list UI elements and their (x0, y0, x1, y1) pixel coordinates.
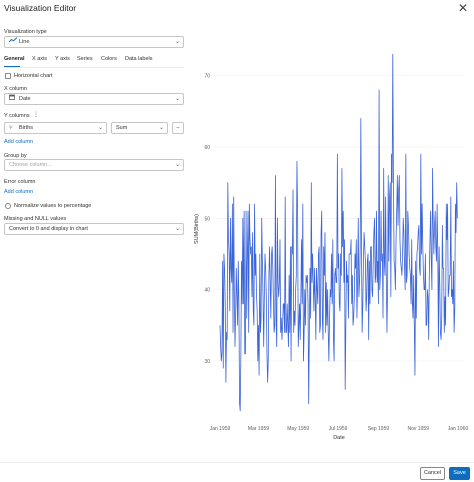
x-column-select[interactable]: Date ⌄ (4, 93, 184, 105)
tab-general[interactable]: General (4, 56, 24, 62)
y-columns-label: Y columns (4, 113, 30, 119)
group-by-placeholder: Choose column... (9, 162, 52, 168)
chevron-down-icon: ⌄ (174, 96, 180, 102)
group-by-select[interactable]: Choose column... ⌄ (4, 159, 184, 171)
x-axis-title: Date (333, 435, 345, 441)
horizontal-chart-label: Horizontal chart (14, 73, 53, 79)
y-tick-label: 40 (204, 288, 210, 294)
chevron-down-icon: ⌄ (174, 226, 180, 232)
y-aggregation-select[interactable]: Sum ⌄ (111, 122, 168, 134)
remove-y-column-button[interactable]: – (172, 122, 184, 134)
tab-x-axis[interactable]: X axis (32, 56, 47, 62)
tab-colors[interactable]: Colors (101, 56, 117, 62)
normalize-label: Normalize values to percentage (14, 203, 92, 209)
missing-values-select[interactable]: Convert to 0 and display in chart ⌄ (4, 223, 184, 235)
x-tick-label: Jul 1959 (329, 426, 348, 432)
x-tick-label: Nov 1959 (408, 426, 430, 432)
x-tick-label: Sep 1959 (368, 426, 390, 432)
tab-y-axis[interactable]: Y axis (55, 56, 70, 62)
x-axis-ticks: Jan 1959 Mar 1959 May 1959 Jul 1959 Sep 1959… (210, 426, 469, 432)
y-aggregation-value: Sum (116, 125, 128, 131)
viz-type-label: Visualization type (4, 29, 47, 35)
viz-type-select[interactable]: Line ⌄ (4, 36, 184, 48)
y-axis-title: SUM(Births) (194, 214, 200, 244)
line-chart-icon (8, 37, 18, 47)
chart-series (219, 53, 458, 412)
viz-type-value: Line (19, 39, 30, 45)
x-column-value: Date (19, 96, 31, 102)
horizontal-chart-checkbox[interactable] (5, 73, 11, 79)
tabs-divider (4, 67, 184, 68)
y-column-select[interactable]: ⅟ Births ⌄ (4, 122, 107, 134)
y-column-value: Births (19, 125, 34, 131)
y-tick-label: 50 (204, 216, 210, 222)
chevron-down-icon: ⌄ (174, 162, 180, 168)
close-icon[interactable]: ✕ (456, 1, 470, 15)
x-tick-label: Jan 1960 (448, 426, 469, 432)
number-icon: ⅟ (9, 125, 12, 131)
chevron-down-icon: ⌄ (158, 125, 164, 131)
y-tick-label: 70 (204, 74, 210, 80)
footer-divider (0, 462, 474, 463)
chevron-down-icon: ⌄ (174, 39, 180, 45)
x-column-label: X column (4, 86, 27, 92)
add-error-column-link[interactable]: Add column (4, 189, 33, 195)
series-line (219, 53, 458, 412)
y-tick-label: 60 (204, 145, 210, 151)
cancel-button[interactable]: Cancel (420, 467, 445, 480)
missing-values-value: Convert to 0 and display in chart (9, 226, 88, 232)
normalize-toggle[interactable] (5, 203, 11, 209)
y-axis-ticks: 30 40 50 60 70 (204, 74, 210, 365)
y-tick-label: 30 (204, 359, 210, 365)
dialog-title: Visualization Editor (4, 3, 77, 13)
line-chart: 30 40 50 60 70 Jan 1959 Mar 1959 May 1959 Jul 1… (194, 53, 469, 441)
x-tick-label: May 1959 (287, 426, 309, 432)
tab-series[interactable]: Series (77, 56, 93, 62)
chevron-down-icon: ⌄ (97, 125, 103, 131)
error-column-label: Error column (4, 179, 36, 185)
more-options-icon[interactable]: ⋮ (33, 111, 39, 118)
tab-data-labels[interactable]: Data labels (125, 56, 153, 62)
add-y-column-link[interactable]: Add column (4, 139, 33, 145)
missing-values-label: Missing and NULL values (4, 216, 67, 222)
x-tick-label: Jan 1959 (210, 426, 231, 432)
calendar-icon (9, 94, 17, 104)
x-tick-label: Mar 1959 (248, 426, 269, 432)
save-button[interactable]: Save (449, 467, 470, 480)
